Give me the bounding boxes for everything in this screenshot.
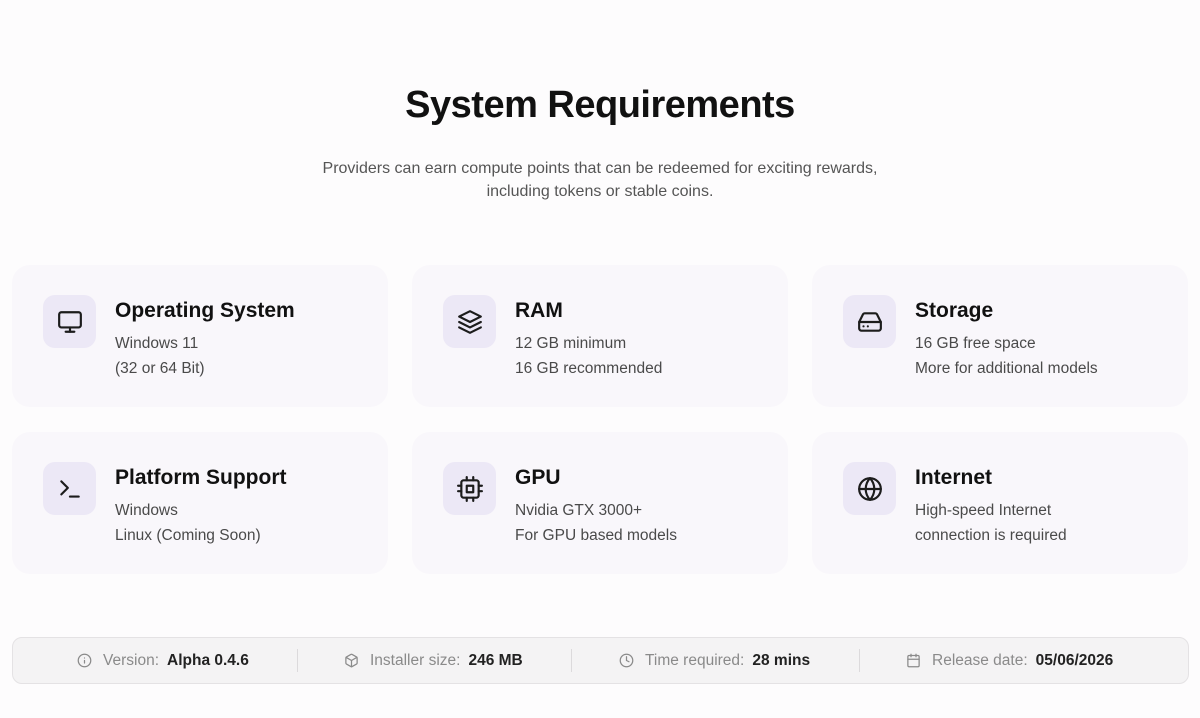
info-label: Time required: bbox=[645, 651, 745, 669]
info-version: Version: Alpha 0.4.6 bbox=[77, 638, 249, 683]
info-label: Installer size: bbox=[370, 651, 461, 669]
divider bbox=[297, 649, 298, 672]
page-title: System Requirements bbox=[405, 84, 795, 126]
icon-tile bbox=[43, 295, 96, 348]
info-value: 28 mins bbox=[752, 651, 811, 669]
icon-tile bbox=[443, 295, 496, 348]
card-detail-2: (32 or 64 Bit) bbox=[115, 360, 205, 377]
requirement-card-internet: Internet High-speed Internet connection … bbox=[812, 432, 1188, 574]
info-value: Alpha 0.4.6 bbox=[167, 651, 249, 669]
globe-icon bbox=[857, 476, 882, 501]
card-detail-1: Windows 11 bbox=[115, 335, 199, 352]
info-value: 246 MB bbox=[468, 651, 523, 669]
terminal-icon bbox=[59, 479, 80, 498]
info-label: Release date: bbox=[932, 651, 1028, 669]
card-detail-2: connection is required bbox=[915, 527, 1067, 544]
requirement-card-storage: Storage 16 GB free space More for additi… bbox=[812, 265, 1188, 407]
clock-icon bbox=[619, 653, 634, 668]
card-detail-2: More for additional models bbox=[915, 360, 1098, 377]
icon-tile bbox=[843, 462, 896, 515]
divider bbox=[571, 649, 572, 672]
card-detail-1: 16 GB free space bbox=[915, 335, 1036, 352]
icon-tile bbox=[443, 462, 496, 515]
info-time-required: Time required: 28 mins bbox=[619, 638, 810, 683]
system-requirements-page: System Requirements Providers can earn c… bbox=[0, 0, 1200, 718]
card-title: Storage bbox=[915, 299, 994, 322]
info-icon bbox=[77, 653, 92, 668]
card-detail-2: Linux (Coming Soon) bbox=[115, 527, 261, 544]
card-title: Platform Support bbox=[115, 466, 287, 489]
card-title: Internet bbox=[915, 466, 993, 489]
cpu-chip-icon bbox=[456, 475, 483, 502]
subtitle-line-1: Providers can earn compute points that c… bbox=[322, 160, 878, 177]
card-detail-1: Windows bbox=[115, 502, 178, 519]
monitor-icon bbox=[57, 310, 82, 333]
icon-tile bbox=[843, 295, 896, 348]
card-title: Operating System bbox=[115, 299, 295, 322]
layers-icon bbox=[457, 309, 482, 334]
subtitle-line-2: including tokens or stable coins. bbox=[486, 183, 714, 200]
info-value: 05/06/2026 bbox=[1035, 651, 1114, 669]
info-label: Version: bbox=[103, 651, 160, 669]
page-subtitle: Providers can earn compute points that c… bbox=[300, 157, 900, 203]
card-detail-1: 12 GB minimum bbox=[515, 335, 627, 352]
requirement-card-operating-system: Operating System Windows 11 (32 or 64 Bi… bbox=[12, 265, 388, 407]
package-icon bbox=[345, 653, 358, 668]
info-installer-size: Installer size: 246 MB bbox=[344, 638, 523, 683]
divider bbox=[859, 649, 860, 672]
requirement-card-ram: RAM 12 GB minimum 16 GB recommended bbox=[412, 265, 788, 407]
card-title: GPU bbox=[515, 466, 561, 489]
requirement-card-platform-support: Platform Support Windows Linux (Coming S… bbox=[12, 432, 388, 574]
card-detail-1: Nvidia GTX 3000+ bbox=[515, 502, 643, 519]
info-release-date: Release date: 05/06/2026 bbox=[906, 638, 1113, 683]
release-info-bar: Version: Alpha 0.4.6 Installer size: 246… bbox=[12, 637, 1189, 684]
icon-tile bbox=[43, 462, 96, 515]
card-detail-2: For GPU based models bbox=[515, 527, 677, 544]
requirement-card-gpu: GPU Nvidia GTX 3000+ For GPU based model… bbox=[412, 432, 788, 574]
hard-drive-icon bbox=[857, 311, 882, 332]
card-title: RAM bbox=[515, 299, 563, 322]
card-detail-1: High-speed Internet bbox=[915, 502, 1052, 519]
card-detail-2: 16 GB recommended bbox=[515, 360, 663, 377]
calendar-icon bbox=[907, 653, 920, 668]
